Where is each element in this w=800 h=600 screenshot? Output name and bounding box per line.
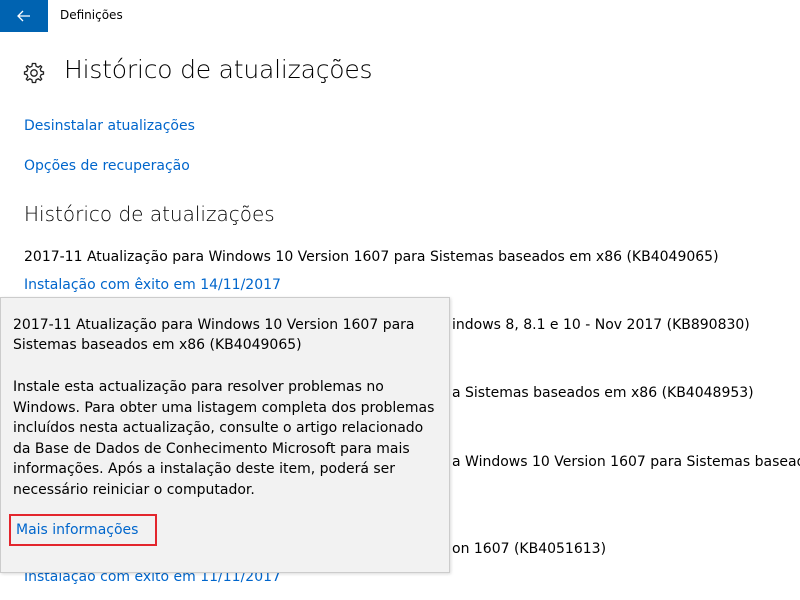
update-item-status[interactable]: Instalação com êxito em 14/11/2017 bbox=[24, 277, 281, 293]
history-section-title: Histórico de atualizações bbox=[24, 202, 275, 226]
uninstall-updates-link[interactable]: Desinstalar atualizações bbox=[24, 118, 195, 134]
title-bar: Definições bbox=[0, 0, 800, 32]
update-item-name: a Sistemas baseados em x86 (KB4048953) bbox=[452, 385, 754, 401]
update-item-name: a Windows 10 Version 1607 para Sistemas … bbox=[452, 454, 800, 470]
update-item-name: indows 8, 8.1 e 10 - Nov 2017 (KB890830) bbox=[452, 317, 750, 333]
back-button[interactable] bbox=[0, 0, 48, 32]
update-item-name: 2017-11 Atualização para Windows 10 Vers… bbox=[24, 249, 719, 265]
recovery-options-link[interactable]: Opções de recuperação bbox=[24, 158, 190, 174]
page-title: Histórico de atualizações bbox=[64, 55, 373, 84]
update-details-popup: 2017-11 Atualização para Windows 10 Vers… bbox=[0, 297, 450, 573]
update-item-name: on 1607 (KB4051613) bbox=[452, 541, 607, 557]
popup-title: 2017-11 Atualização para Windows 10 Vers… bbox=[13, 317, 415, 353]
popup-description: Instale esta actualização para resolver … bbox=[13, 379, 435, 498]
app-title: Definições bbox=[60, 8, 123, 22]
more-info-link[interactable]: Mais informações bbox=[16, 522, 138, 538]
gear-icon bbox=[23, 62, 45, 84]
back-arrow-icon bbox=[17, 10, 30, 22]
more-info-highlight: Mais informações bbox=[9, 514, 157, 546]
